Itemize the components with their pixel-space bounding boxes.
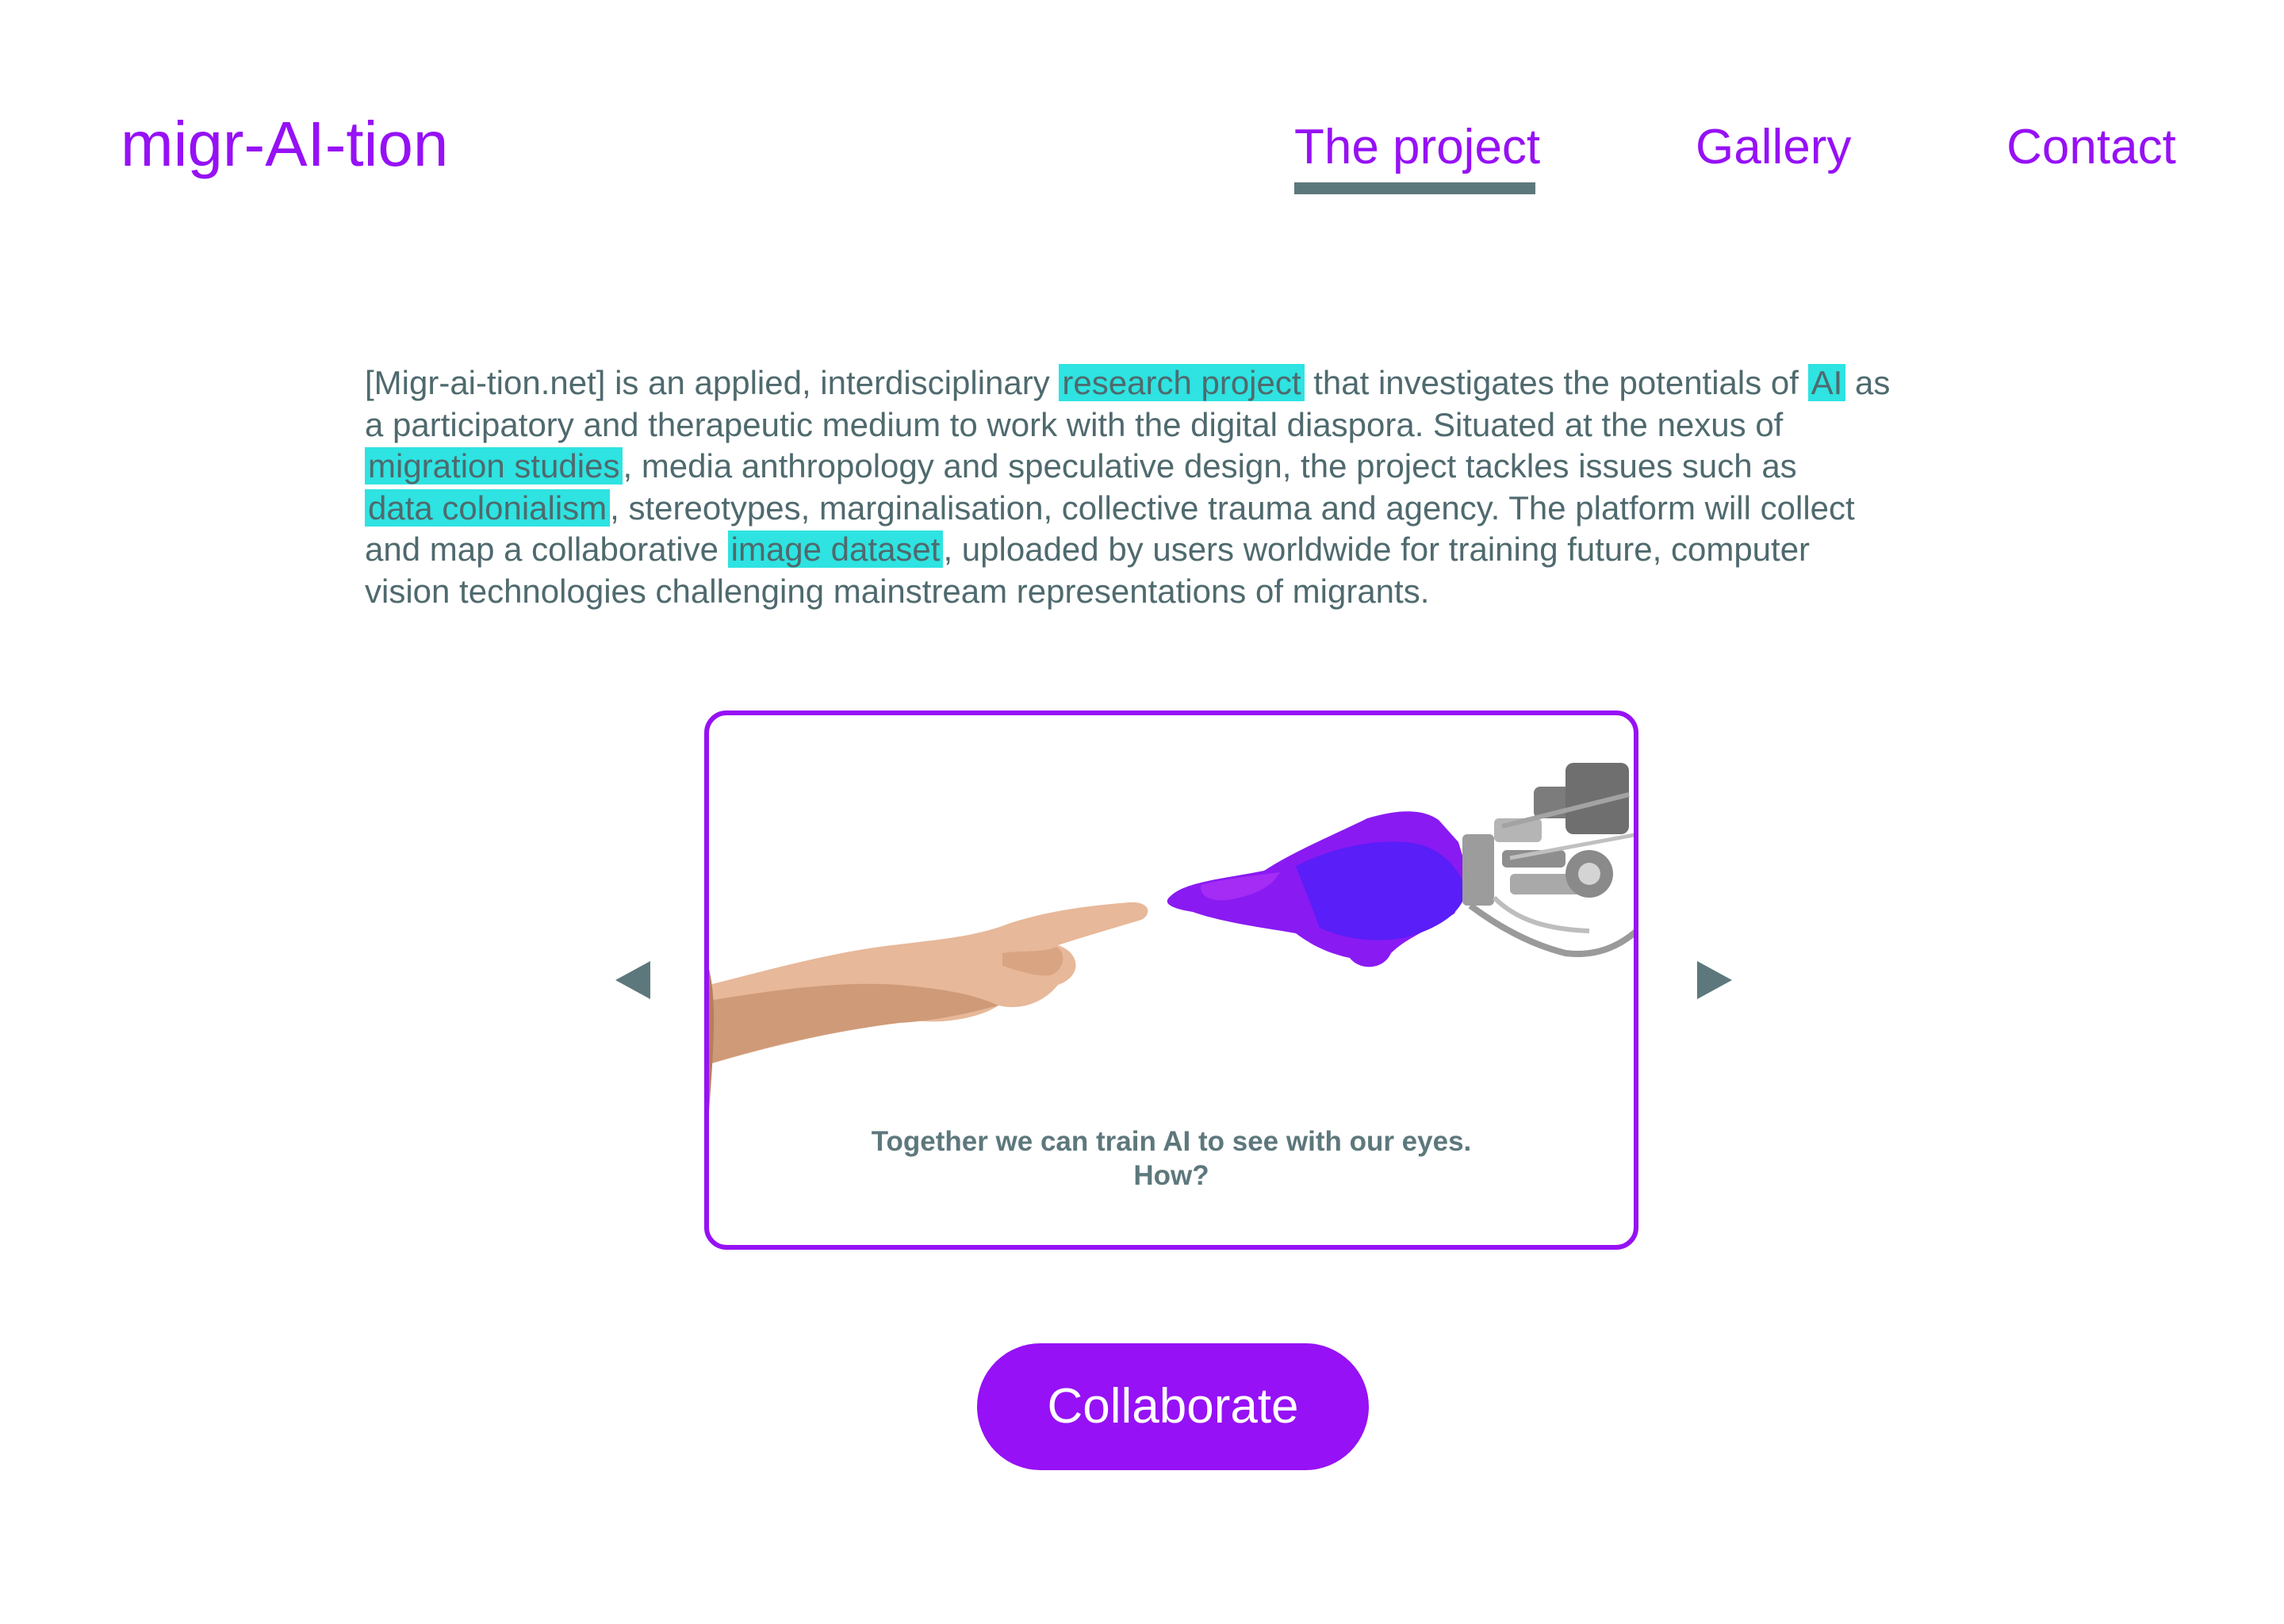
carousel-caption: Together we can train AI to see with our… [709,1124,1634,1193]
nav-active-underline [1294,182,1535,194]
nav-item-gallery[interactable]: Gallery [1696,119,1851,176]
highlight-migration-studies: migration studies [365,447,623,485]
highlight-image-dataset: image dataset [727,530,944,568]
carousel-next-arrow-icon[interactable] [1697,961,1732,999]
highlight-ai: AI [1807,364,1846,401]
description-line: data colonialism, stereotypes, marginali… [365,488,1991,530]
description-line: [Migr-ai-tion.net] is an applied, interd… [365,364,1891,401]
carousel-slide: Together we can train AI to see with our… [704,710,1638,1250]
description-line: vision technologies challenging mainstre… [365,572,1430,610]
site-logo[interactable]: migr-AI-tion [121,108,448,181]
nav-item-the-project[interactable]: The project [1294,119,1540,176]
description-line: and map a collaborative image dataset, u… [365,530,1811,568]
highlight-data-colonialism: data colonialism [365,488,611,527]
description-line: a participatory and therapeutic medium t… [365,405,1784,443]
project-description: [Migr-ai-tion.net] is an applied, interd… [365,362,1991,612]
nav-item-contact[interactable]: Contact [2006,119,2176,176]
how-link[interactable]: How? [709,1159,1634,1193]
collaborate-button[interactable]: Collaborate [977,1343,1369,1470]
carousel-prev-arrow-icon[interactable] [615,961,650,999]
human-and-robot-hands-icon [709,763,1634,1112]
highlight-research-project: research project [1059,364,1305,401]
description-line: migration studies, media anthropology an… [365,446,1991,488]
